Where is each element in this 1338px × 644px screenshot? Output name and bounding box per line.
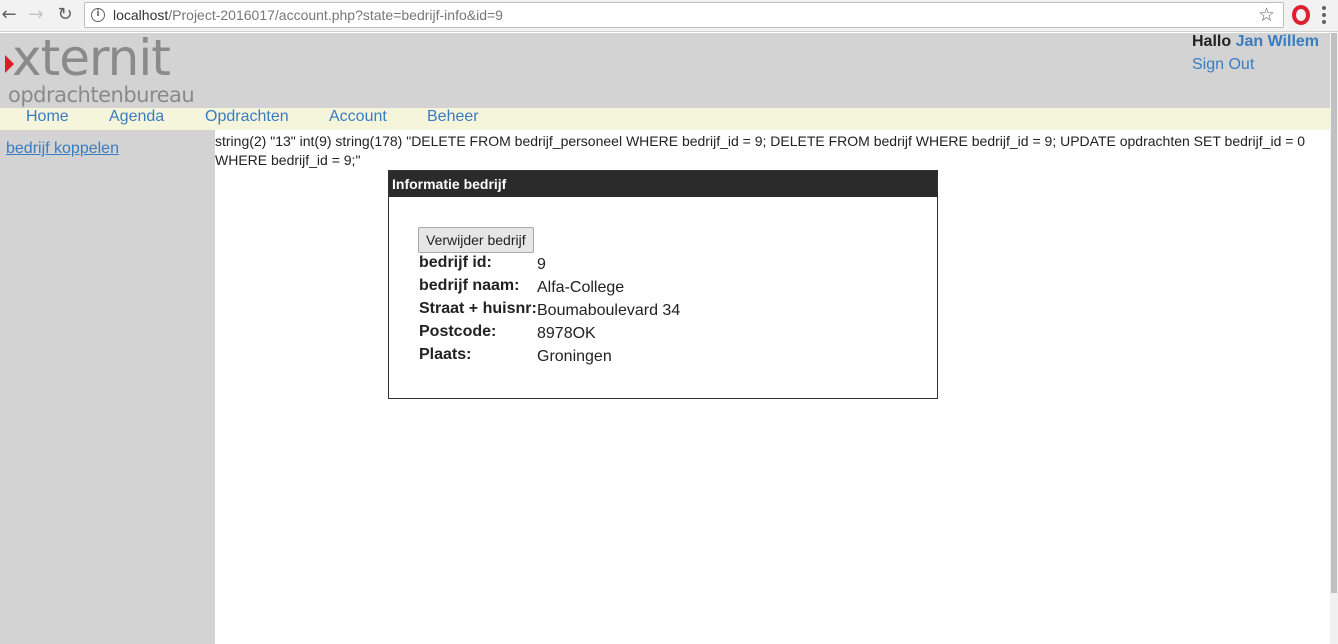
user-name-link[interactable]: Jan Willem — [1236, 33, 1319, 50]
info-icon[interactable]: i — [91, 8, 105, 22]
info-row-plaats: Plaats: Groningen — [419, 346, 839, 368]
sign-out-link[interactable]: Sign Out — [1192, 56, 1254, 74]
delete-company-button[interactable]: Verwijder bedrijf — [418, 227, 534, 253]
user-greeting: Hallo Jan Willem — [1192, 33, 1319, 51]
nav-item-beheer[interactable]: Beheer — [427, 108, 479, 125]
sidebar-link-bedrijf-koppelen[interactable]: bedrijf koppelen — [6, 140, 119, 158]
sidebar: bedrijf koppelen — [0, 130, 215, 644]
company-info-panel: Informatie bedrijf Verwijder bedrijf bed… — [388, 170, 938, 399]
debug-output-text: string(2) "13" int(9) string(178) "DELET… — [215, 133, 1306, 168]
bookmark-star-icon[interactable]: ☆ — [1258, 4, 1275, 26]
scrollbar-thumb[interactable] — [1331, 33, 1337, 593]
info-row-naam: bedrijf naam: Alfa-College — [419, 277, 839, 299]
url-text[interactable]: localhost/Project-2016017/account.php?st… — [113, 7, 503, 23]
reload-icon[interactable]: ↻ — [54, 4, 76, 26]
xternit-logo[interactable]: xternit opdrachtenbureau — [0, 29, 195, 107]
back-arrow-icon[interactable]: ← — [0, 4, 20, 26]
url-host: localhost — [113, 7, 169, 23]
main-nav: Home Agenda Opdrachten Account Beheer — [0, 108, 1330, 130]
info-value: 8978OK — [537, 325, 596, 342]
nav-item-account[interactable]: Account — [329, 108, 387, 125]
info-value: Alfa-College — [537, 279, 625, 296]
browser-menu-icon[interactable] — [1322, 6, 1326, 24]
info-row-postcode: Postcode: 8978OK — [419, 323, 839, 345]
greeting-text: Hallo — [1192, 33, 1232, 50]
panel-title: Informatie bedrijf — [389, 171, 937, 197]
info-row-straat: Straat + huisnr: Boumaboulevard 34 — [419, 300, 839, 322]
info-label: Straat + huisnr: — [419, 300, 537, 317]
nav-item-opdrachten[interactable]: Opdrachten — [205, 108, 289, 125]
info-label: bedrijf id: — [419, 254, 492, 271]
nav-item-agenda[interactable]: Agenda — [109, 108, 164, 125]
page-scrollbar[interactable] — [1330, 33, 1338, 644]
address-bar[interactable]: i localhost/Project-2016017/account.php?… — [84, 2, 1284, 28]
info-value: Groningen — [537, 348, 612, 365]
info-label: bedrijf naam: — [419, 277, 520, 294]
info-value: 9 — [537, 256, 546, 273]
forward-arrow-icon[interactable]: → — [25, 4, 47, 26]
nav-item-home[interactable]: Home — [26, 108, 69, 125]
info-label: Postcode: — [419, 323, 497, 340]
info-label: Plaats: — [419, 346, 472, 363]
info-value: Boumaboulevard 34 — [537, 302, 681, 319]
logo-sub-text: opdrachtenbureau — [8, 83, 195, 107]
info-row-id: bedrijf id: 9 — [419, 254, 839, 276]
opera-extension-icon[interactable] — [1292, 5, 1310, 25]
site-header: xternit opdrachtenbureau Hallo Jan Wille… — [0, 29, 1330, 108]
url-path: /Project-2016017/account.php?state=bedri… — [168, 7, 503, 23]
browser-toolbar: ← → ↻ i localhost/Project-2016017/accoun… — [0, 0, 1338, 32]
logo-main-text: xternit — [12, 29, 171, 87]
